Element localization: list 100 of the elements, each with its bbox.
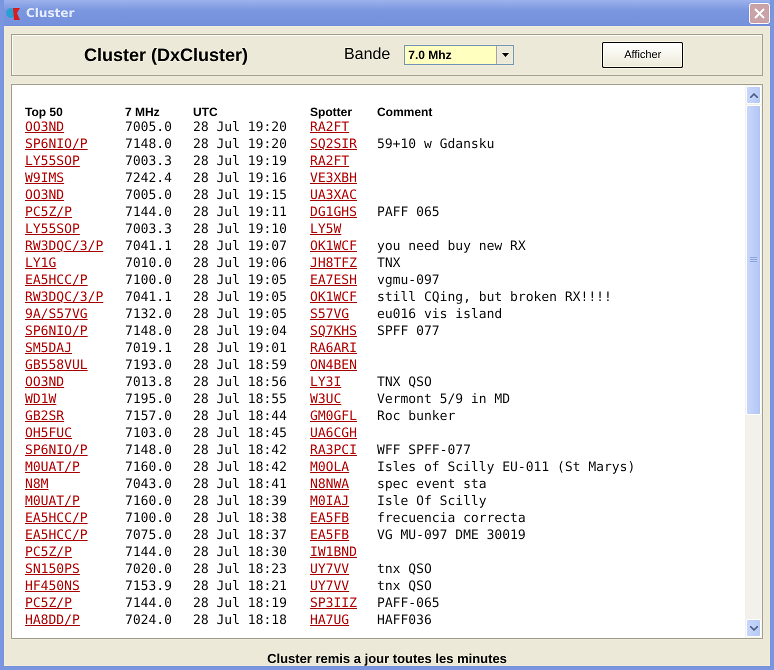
spotter-link[interactable]: UY7VV bbox=[310, 578, 350, 595]
callsign-link[interactable]: PC5Z/P bbox=[25, 204, 72, 221]
scroll-thumb[interactable] bbox=[746, 105, 761, 415]
spotter-link[interactable]: M0OLA bbox=[310, 459, 350, 476]
callsign-link[interactable]: OO3ND bbox=[25, 374, 64, 391]
scroll-up-button[interactable] bbox=[746, 86, 761, 104]
spotter-link[interactable]: M0IAJ bbox=[310, 493, 350, 510]
time-cell: 28 Jul 19:07 bbox=[193, 238, 287, 255]
callsign-link[interactable]: N8M bbox=[25, 476, 48, 493]
spotter-link[interactable]: S57VG bbox=[310, 306, 350, 323]
callsign-link[interactable]: SM5DAJ bbox=[25, 340, 72, 357]
comment-cell: tnx QSO bbox=[377, 561, 432, 578]
frequency-cell: 7148.0 bbox=[125, 136, 172, 153]
callsign-link[interactable]: SP6NIO/P bbox=[25, 442, 88, 459]
scrollbar[interactable] bbox=[745, 85, 762, 638]
spotter-link[interactable]: HA7UG bbox=[310, 612, 350, 629]
time-cell: 28 Jul 18:23 bbox=[193, 561, 287, 578]
callsign-link[interactable]: EA5HCC/P bbox=[25, 272, 88, 289]
callsign-link[interactable]: PC5Z/P bbox=[25, 595, 72, 612]
frequency-cell: 7013.8 bbox=[125, 374, 172, 391]
show-button[interactable]: Afficher bbox=[602, 42, 684, 68]
time-cell: 28 Jul 19:11 bbox=[193, 204, 287, 221]
time-cell: 28 Jul 19:05 bbox=[193, 272, 287, 289]
spotter-link[interactable]: SQ7KHS bbox=[310, 323, 357, 340]
time-cell: 28 Jul 19:05 bbox=[193, 289, 287, 306]
comment-cell: Isles of Scilly EU-011 (St Marys) bbox=[377, 459, 636, 476]
spotter-link[interactable]: VE3XBH bbox=[310, 170, 357, 187]
callsign-link[interactable]: GB558VUL bbox=[25, 357, 88, 374]
callsign-link[interactable]: OH5FUC bbox=[25, 425, 72, 442]
column-header: 7 MHz bbox=[125, 104, 161, 119]
spotter-link[interactable]: LY3I bbox=[310, 374, 342, 391]
spotter-link[interactable]: N8NWA bbox=[310, 476, 350, 493]
column-header: UTC bbox=[193, 104, 219, 119]
callsign-link[interactable]: M0UAT/P bbox=[25, 493, 80, 510]
comment-cell: VG MU-097 DME 30019 bbox=[377, 527, 526, 544]
spotter-link[interactable]: ON4BEN bbox=[310, 357, 357, 374]
callsign-link[interactable]: SP6NIO/P bbox=[25, 323, 88, 340]
spotter-link[interactable]: UA6CGH bbox=[310, 425, 357, 442]
caret-icon bbox=[502, 53, 509, 57]
frequency-cell: 7020.0 bbox=[125, 561, 172, 578]
comment-cell: WFF SPFF-077 bbox=[377, 442, 471, 459]
callsign-link[interactable]: EA5HCC/P bbox=[25, 510, 88, 527]
comment-cell: TNX QSO bbox=[377, 374, 432, 391]
callsign-link[interactable]: OO3ND bbox=[25, 119, 64, 136]
comment-cell: spec event sta bbox=[377, 476, 487, 493]
spotter-link[interactable]: EA5FB bbox=[310, 510, 350, 527]
heading: Cluster (DxCluster) bbox=[84, 44, 250, 66]
comment-cell: HAFF036 bbox=[377, 612, 432, 629]
time-cell: 28 Jul 19:16 bbox=[193, 170, 287, 187]
spotter-link[interactable]: UA3XAC bbox=[310, 187, 357, 204]
spotter-link[interactable]: RA3PCI bbox=[310, 442, 357, 459]
callsign-link[interactable]: LY55SOP bbox=[25, 153, 80, 170]
callsign-link[interactable]: RW3DQC/3/P bbox=[25, 289, 104, 306]
spotter-link[interactable]: OK1WCF bbox=[310, 238, 357, 255]
close-button[interactable] bbox=[749, 2, 770, 24]
spotter-link[interactable]: SQ2SIR bbox=[310, 136, 357, 153]
time-cell: 28 Jul 18:39 bbox=[193, 493, 287, 510]
callsign-link[interactable]: SN150PS bbox=[25, 561, 80, 578]
spotter-link[interactable]: RA2FT bbox=[310, 153, 350, 170]
spotter-link[interactable]: LY5W bbox=[310, 221, 342, 238]
comment-cell: TNX bbox=[377, 255, 400, 272]
spotter-link[interactable]: EA5FB bbox=[310, 527, 350, 544]
frequency-cell: 7144.0 bbox=[125, 595, 172, 612]
callsign-link[interactable]: PC5Z/P bbox=[25, 544, 72, 561]
spotter-link[interactable]: JH8TFZ bbox=[310, 255, 357, 272]
spotter-link[interactable]: SP3IIZ bbox=[310, 595, 357, 612]
column-header: Comment bbox=[377, 104, 434, 119]
callsign-link[interactable]: M0UAT/P bbox=[25, 459, 80, 476]
callsign-link[interactable]: HA8DD/P bbox=[25, 612, 80, 629]
callsign-link[interactable]: W9IMS bbox=[25, 170, 64, 187]
spotter-link[interactable]: DG1GHS bbox=[310, 204, 357, 221]
spotter-link[interactable]: UY7VV bbox=[310, 561, 350, 578]
callsign-link[interactable]: GB2SR bbox=[25, 408, 64, 425]
callsign-link[interactable]: HF450NS bbox=[25, 578, 80, 595]
spotter-link[interactable]: OK1WCF bbox=[310, 289, 357, 306]
callsign-link[interactable]: LY55SOP bbox=[25, 221, 80, 238]
spotter-link[interactable]: RA2FT bbox=[310, 119, 350, 136]
scroll-down-button[interactable] bbox=[746, 619, 761, 637]
callsign-link[interactable]: EA5HCC/P bbox=[25, 527, 88, 544]
band-dropdown[interactable]: 7.0 Mhz bbox=[404, 45, 514, 65]
callsign-link[interactable]: OO3ND bbox=[25, 187, 64, 204]
callsign-link[interactable]: WD1W bbox=[25, 391, 56, 408]
spotter-link[interactable]: IW1BND bbox=[310, 544, 357, 561]
comment-cell: still CQing, but broken RX!!!! bbox=[377, 289, 612, 306]
callsign-link[interactable]: LY1G bbox=[25, 255, 56, 272]
grip-icon bbox=[750, 257, 757, 263]
time-cell: 28 Jul 19:15 bbox=[193, 187, 287, 204]
callsign-link[interactable]: RW3DQC/3/P bbox=[25, 238, 104, 255]
frequency-cell: 7242.4 bbox=[125, 170, 172, 187]
comment-cell: SPFF 077 bbox=[377, 323, 440, 340]
chevron-down-icon bbox=[750, 626, 758, 630]
spotter-link[interactable]: GM0GFL bbox=[310, 408, 357, 425]
spotter-link[interactable]: W3UC bbox=[310, 391, 342, 408]
callsign-link[interactable]: 9A/S57VG bbox=[25, 306, 88, 323]
callsign-link[interactable]: SP6NIO/P bbox=[25, 136, 88, 153]
spotter-link[interactable]: RA6ARI bbox=[310, 340, 357, 357]
spotter-link[interactable]: EA7ESH bbox=[310, 272, 357, 289]
time-cell: 28 Jul 18:42 bbox=[193, 459, 287, 476]
frequency-cell: 7041.1 bbox=[125, 238, 172, 255]
frequency-cell: 7148.0 bbox=[125, 323, 172, 340]
